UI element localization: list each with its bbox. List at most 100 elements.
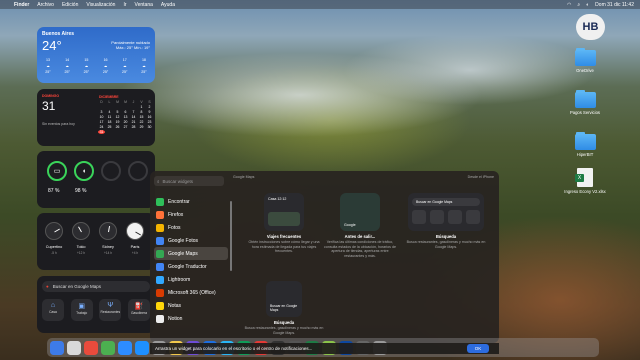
- widget-preview: Casa 12:12: [264, 193, 304, 231]
- world-clock-widget[interactable]: Cupertino Tokio Sídney París -5 h +12 h …: [37, 213, 155, 270]
- search-icon[interactable]: ⌕: [577, 2, 580, 8]
- calendar-date: 17: [99, 120, 104, 124]
- calendar-date: 31: [98, 130, 105, 134]
- widget-app-item[interactable]: Lightroom: [154, 273, 228, 286]
- calendar-date: 16: [147, 115, 152, 119]
- calendar-weekday-header: M: [124, 100, 127, 104]
- app-icon: [156, 223, 164, 232]
- gmaps-work-button[interactable]: ▣ Trabajo: [70, 299, 93, 321]
- calendar-widget[interactable]: DOMINGO 31 Sin eventos para hoy DICIEMBR…: [37, 89, 155, 146]
- clock-offset: -5 h: [51, 251, 57, 255]
- google-maps-widget[interactable]: ● Buscar en Google Maps ⌂ Casa ▣ Trabajo ΨR…: [37, 276, 155, 333]
- calendar-date: [106, 105, 113, 109]
- desktop-item-pagos[interactable]: Pagos Servicios: [550, 90, 620, 115]
- cloud-icon: ☁: [84, 64, 89, 68]
- calendar-date: 3: [100, 110, 103, 114]
- calendar-date: [114, 105, 121, 109]
- calendar-day: 31: [42, 99, 56, 113]
- desktop-item-xlsx[interactable]: Ingreso Econy V2.xlsx: [550, 168, 620, 194]
- app-icon: [156, 249, 164, 258]
- menu-ventana[interactable]: Ventana: [135, 2, 153, 8]
- cloud-icon: ☁: [122, 64, 127, 68]
- widget-card-antes[interactable]: Google Antes de salir... Verifica las úl…: [322, 193, 398, 258]
- widget-app-item[interactable]: Notas: [154, 299, 228, 312]
- calendar-date: 27: [123, 125, 128, 129]
- widget-card-desc: Busca restaurantes, gasolineras y mucho …: [244, 326, 324, 335]
- battery-widget[interactable]: ▭ ◖ 87 % 98 %: [37, 151, 155, 208]
- widget-app-label: Encontrar: [168, 198, 190, 205]
- widget-app-item[interactable]: Encontrar: [154, 195, 228, 208]
- widget-gallery: ⌕ Buscar widgets Google Maps Desde el iPh…: [150, 171, 499, 343]
- widget-app-item[interactable]: Google Maps: [154, 247, 228, 260]
- calendar-no-events: Sin eventos para hoy: [42, 122, 75, 126]
- menu-ir[interactable]: Ir: [123, 2, 126, 8]
- calendar-date: 14: [131, 115, 136, 119]
- calendar-month: DICIEMBRE: [99, 95, 119, 99]
- dock-app-icon[interactable]: [84, 340, 98, 355]
- menu-edicion[interactable]: Edición: [62, 2, 78, 8]
- weather-city: Buenos Aires: [42, 31, 75, 37]
- calendar-date: 8: [140, 110, 143, 114]
- widget-app-item[interactable]: Firefox: [154, 208, 228, 221]
- widget-app-item[interactable]: Microsoft 365 (Office): [154, 286, 228, 299]
- gmaps-restaurants-button[interactable]: Ψ Restaurantes: [99, 299, 122, 321]
- dock-app-icon[interactable]: [50, 340, 64, 355]
- calendar-date: 5: [116, 110, 119, 114]
- widget-app-label: Notion: [168, 315, 183, 322]
- weather-temp: 24°: [42, 38, 62, 53]
- widget-app-item[interactable]: Google Fotos: [154, 234, 228, 247]
- cloud-icon: ☁: [103, 64, 108, 68]
- desktop-item-onedrive[interactable]: OneDrive: [550, 48, 620, 73]
- calendar-date: 1: [140, 105, 143, 109]
- desktop-item-hiperbit[interactable]: HiperBIT: [550, 132, 620, 157]
- dock-app-icon[interactable]: [135, 340, 149, 355]
- widget-app-label: Microsoft 365 (Office): [168, 289, 216, 296]
- calendar-date: 22: [139, 120, 144, 124]
- menu-archivo[interactable]: Archivo: [37, 2, 54, 8]
- widget-app-item[interactable]: Notion: [154, 312, 228, 325]
- menu-ayuda[interactable]: Ayuda: [161, 2, 175, 8]
- widget-app-item[interactable]: Google Traductor: [154, 260, 228, 273]
- widget-card-viajes[interactable]: Casa 12:12 Viajes frecuentes Obtén instr…: [245, 193, 323, 254]
- calendar-date: [122, 105, 129, 109]
- dock-app-icon[interactable]: [118, 340, 132, 355]
- scrollbar[interactable]: [230, 201, 232, 271]
- widget-search-input[interactable]: ⌕ Buscar widgets: [154, 176, 224, 186]
- calendar-date: 10: [99, 115, 104, 119]
- clock-offset: +14 h: [103, 251, 113, 255]
- folder-icon: [574, 90, 596, 108]
- laptop-icon: ▭: [53, 168, 61, 175]
- weather-widget[interactable]: Buenos Aires 24° Parcialmente nublado Má…: [37, 27, 155, 83]
- cloud-icon: ☁: [46, 64, 50, 68]
- clock-city: Tokio: [76, 245, 86, 249]
- laptop-battery-pct: 87 %: [48, 188, 60, 194]
- calendar-date: 29: [139, 125, 144, 129]
- control-center-icon[interactable]: ◐: [586, 2, 589, 8]
- gmaps-home-button[interactable]: ⌂ Casa: [42, 299, 64, 321]
- gallery-hint-text: Arrastra un widget para colocarlo en el …: [155, 346, 313, 351]
- wifi-icon[interactable]: ◠: [567, 2, 571, 8]
- widget-card-busqueda-medium[interactable]: Buscar en Google Maps Búsqueda Busca res…: [402, 193, 490, 249]
- menu-app-name[interactable]: Finder: [14, 2, 29, 8]
- gmaps-gas-button[interactable]: ⛽ Gasolinera: [127, 299, 150, 321]
- ok-button[interactable]: OK: [467, 344, 489, 353]
- calendar-date: 26: [115, 125, 120, 129]
- widget-card-busqueda-small[interactable]: Buscar en Google Maps Búsqueda Busca res…: [240, 281, 328, 335]
- widget-card-title: Búsqueda: [273, 320, 295, 325]
- clock-city: Cupertino: [45, 245, 63, 249]
- menu-visualizacion[interactable]: Visualización: [86, 2, 115, 8]
- calendar-weekday-header: M: [116, 100, 119, 104]
- dock-app-icon[interactable]: [101, 340, 115, 355]
- app-icon: [156, 236, 164, 245]
- mouse-battery-pct: 98 %: [75, 188, 87, 194]
- mouse-icon: ◖: [81, 167, 87, 175]
- laptop-battery-ring: ▭: [47, 161, 67, 181]
- menu-clock[interactable]: Dom 31 dic 11:42: [595, 2, 634, 8]
- dock-app-icon[interactable]: [67, 340, 81, 355]
- app-icon: [156, 301, 164, 310]
- calendar-date: 12: [115, 115, 120, 119]
- calendar-date: 15: [139, 115, 144, 119]
- calendar-weekday-header: S: [148, 100, 151, 104]
- gmaps-search-bar[interactable]: ● Buscar en Google Maps: [42, 281, 150, 292]
- widget-app-item[interactable]: Fotos: [154, 221, 228, 234]
